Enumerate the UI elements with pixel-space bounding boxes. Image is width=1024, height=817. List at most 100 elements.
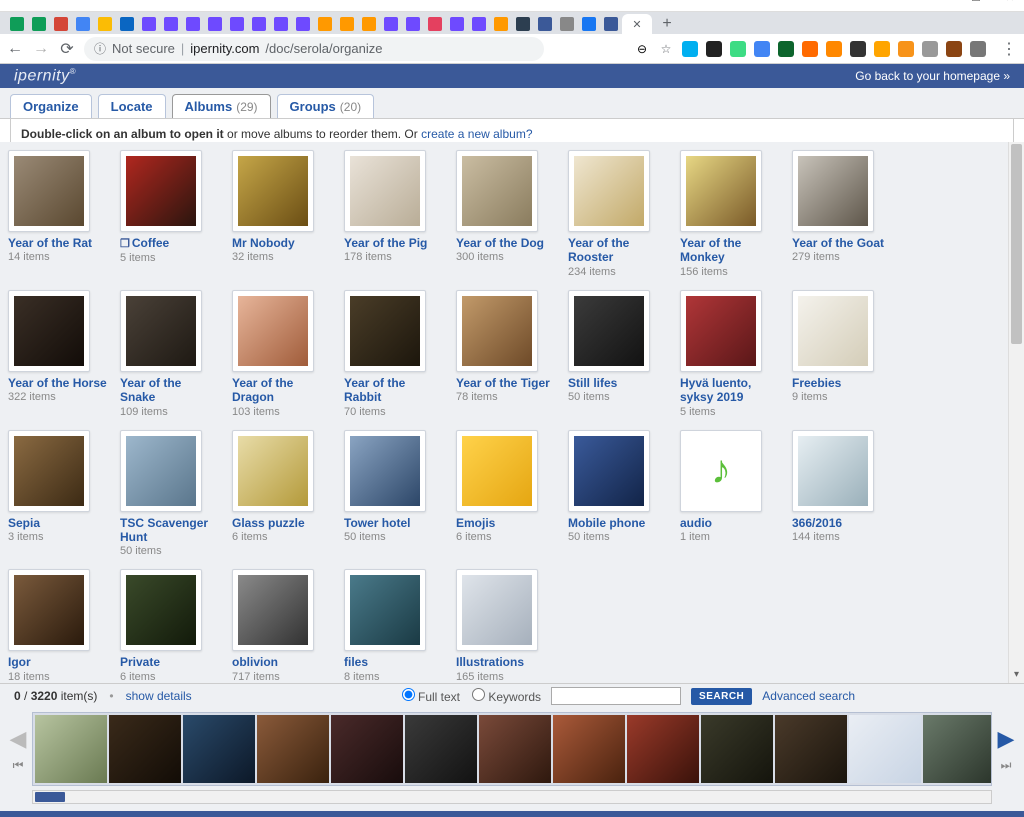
filmstrip-item[interactable] bbox=[701, 715, 773, 783]
radio-full-text[interactable]: Full text bbox=[402, 688, 460, 704]
album-item[interactable]: Year of the Rat14 items bbox=[8, 150, 116, 278]
extension-icon[interactable] bbox=[898, 41, 914, 57]
extension-icon[interactable] bbox=[970, 41, 986, 57]
album-item[interactable]: Mr Nobody32 items bbox=[232, 150, 340, 278]
browser-tab[interactable] bbox=[50, 14, 72, 34]
album-title[interactable]: Igor bbox=[8, 655, 108, 669]
create-new-album-link[interactable]: create a new album? bbox=[421, 127, 532, 141]
album-item[interactable]: Year of the Goat279 items bbox=[792, 150, 900, 278]
album-title[interactable]: Sepia bbox=[8, 516, 108, 530]
browser-tab[interactable] bbox=[402, 14, 424, 34]
window-maximize[interactable]: ☐ bbox=[970, 0, 982, 4]
album-title[interactable]: Year of the Dog bbox=[456, 236, 556, 250]
album-item[interactable]: ❐Coffee5 items bbox=[120, 150, 228, 278]
extension-icon[interactable] bbox=[802, 41, 818, 57]
album-title[interactable]: Emojis bbox=[456, 516, 556, 530]
browser-tab[interactable] bbox=[380, 14, 402, 34]
browser-tab[interactable] bbox=[160, 14, 182, 34]
browser-tab-active[interactable]: ✕ bbox=[622, 14, 652, 34]
album-item[interactable]: Still lifes50 items bbox=[568, 290, 676, 418]
tab-albums[interactable]: Albums(29) bbox=[172, 94, 271, 118]
album-item[interactable]: Year of the Dragon103 items bbox=[232, 290, 340, 418]
tab-organize[interactable]: Organize bbox=[10, 94, 92, 118]
bookmark-star-icon[interactable]: ☆ bbox=[658, 41, 674, 57]
filmstrip-item[interactable] bbox=[405, 715, 477, 783]
browser-tab[interactable] bbox=[578, 14, 600, 34]
close-tab-icon[interactable]: ✕ bbox=[632, 18, 641, 31]
album-title[interactable]: Year of the Pig bbox=[344, 236, 444, 250]
browser-tab[interactable] bbox=[490, 14, 512, 34]
extension-icon[interactable] bbox=[730, 41, 746, 57]
album-title[interactable]: Still lifes bbox=[568, 376, 668, 390]
filmstrip-item[interactable] bbox=[923, 715, 992, 783]
filmstrip-scroll-thumb[interactable] bbox=[35, 792, 65, 802]
album-item[interactable]: Glass puzzle6 items bbox=[232, 430, 340, 558]
browser-tab[interactable] bbox=[226, 14, 248, 34]
album-title[interactable]: Year of the Rooster bbox=[568, 236, 668, 265]
site-info-icon[interactable]: ⓘ bbox=[94, 40, 106, 57]
filmstrip-item[interactable] bbox=[849, 715, 921, 783]
album-title[interactable]: 366/2016 bbox=[792, 516, 892, 530]
nav-back[interactable]: ← bbox=[6, 40, 24, 58]
browser-tab[interactable] bbox=[336, 14, 358, 34]
album-item[interactable]: Year of the Rabbit70 items bbox=[344, 290, 452, 418]
filmstrip-last[interactable]: ⏭ bbox=[997, 758, 1015, 773]
album-item[interactable]: Igor18 items bbox=[8, 569, 116, 682]
omnibox[interactable]: ⓘ Not secure | ipernity.com/doc/serola/o… bbox=[84, 37, 544, 61]
album-item[interactable]: Mobile phone50 items bbox=[568, 430, 676, 558]
filmstrip-item[interactable] bbox=[331, 715, 403, 783]
album-title[interactable]: Year of the Monkey bbox=[680, 236, 780, 265]
album-item[interactable]: oblivion717 items bbox=[232, 569, 340, 682]
album-item[interactable]: Year of the Monkey156 items bbox=[680, 150, 788, 278]
filmstrip-item[interactable] bbox=[109, 715, 181, 783]
album-item[interactable]: Emojis6 items bbox=[456, 430, 564, 558]
album-title[interactable]: Tower hotel bbox=[344, 516, 444, 530]
album-item[interactable]: Hyvä luento, syksy 20195 items bbox=[680, 290, 788, 418]
show-details-link[interactable]: show details bbox=[126, 689, 192, 703]
search-button[interactable]: SEARCH bbox=[691, 688, 752, 705]
browser-tab[interactable] bbox=[270, 14, 292, 34]
album-title[interactable]: Year of the Rabbit bbox=[344, 376, 444, 405]
album-title[interactable]: Mobile phone bbox=[568, 516, 668, 530]
radio-full-text-input[interactable] bbox=[402, 688, 415, 701]
browser-tab[interactable] bbox=[556, 14, 578, 34]
extension-icon[interactable] bbox=[850, 41, 866, 57]
radio-keywords[interactable]: Keywords bbox=[472, 688, 541, 704]
browser-tab[interactable] bbox=[72, 14, 94, 34]
album-item[interactable]: Year of the Horse322 items bbox=[8, 290, 116, 418]
chrome-menu-icon[interactable]: ⋮ bbox=[1000, 39, 1018, 59]
browser-tab[interactable] bbox=[204, 14, 226, 34]
filmstrip-item[interactable] bbox=[183, 715, 255, 783]
album-item[interactable]: Private6 items bbox=[120, 569, 228, 682]
browser-tab[interactable] bbox=[534, 14, 556, 34]
album-item[interactable]: Year of the Dog300 items bbox=[456, 150, 564, 278]
nav-reload[interactable]: ⟳ bbox=[58, 39, 76, 59]
browser-tab[interactable] bbox=[424, 14, 446, 34]
extension-icon[interactable] bbox=[874, 41, 890, 57]
album-title[interactable]: Year of the Tiger bbox=[456, 376, 556, 390]
scroll-thumb[interactable] bbox=[1011, 144, 1022, 344]
album-item[interactable]: Year of the Tiger78 items bbox=[456, 290, 564, 418]
album-title[interactable]: Year of the Goat bbox=[792, 236, 892, 250]
browser-tab[interactable] bbox=[116, 14, 138, 34]
tab-groups[interactable]: Groups(20) bbox=[277, 94, 375, 118]
browser-tab[interactable] bbox=[512, 14, 534, 34]
album-title[interactable]: Private bbox=[120, 655, 220, 669]
filmstrip-scrollbar[interactable] bbox=[32, 790, 992, 804]
album-title[interactable]: Freebies bbox=[792, 376, 892, 390]
new-tab-button[interactable]: + bbox=[652, 14, 682, 34]
album-title[interactable]: Hyvä luento, syksy 2019 bbox=[680, 376, 780, 405]
tab-locate[interactable]: Locate bbox=[98, 94, 166, 118]
extension-icon[interactable] bbox=[682, 41, 698, 57]
browser-tab[interactable] bbox=[292, 14, 314, 34]
browser-tab[interactable] bbox=[468, 14, 490, 34]
album-title[interactable]: TSC Scavenger Hunt bbox=[120, 516, 220, 545]
window-minimize[interactable]: — bbox=[936, 0, 948, 4]
window-close[interactable]: ✕ bbox=[1004, 0, 1016, 4]
filmstrip-item[interactable] bbox=[775, 715, 847, 783]
album-item[interactable]: Freebies9 items bbox=[792, 290, 900, 418]
album-title[interactable]: Year of the Dragon bbox=[232, 376, 332, 405]
album-title[interactable]: Year of the Snake bbox=[120, 376, 220, 405]
scroll-down-arrow[interactable]: ▾ bbox=[1009, 667, 1024, 683]
advanced-search-link[interactable]: Advanced search bbox=[762, 689, 855, 703]
